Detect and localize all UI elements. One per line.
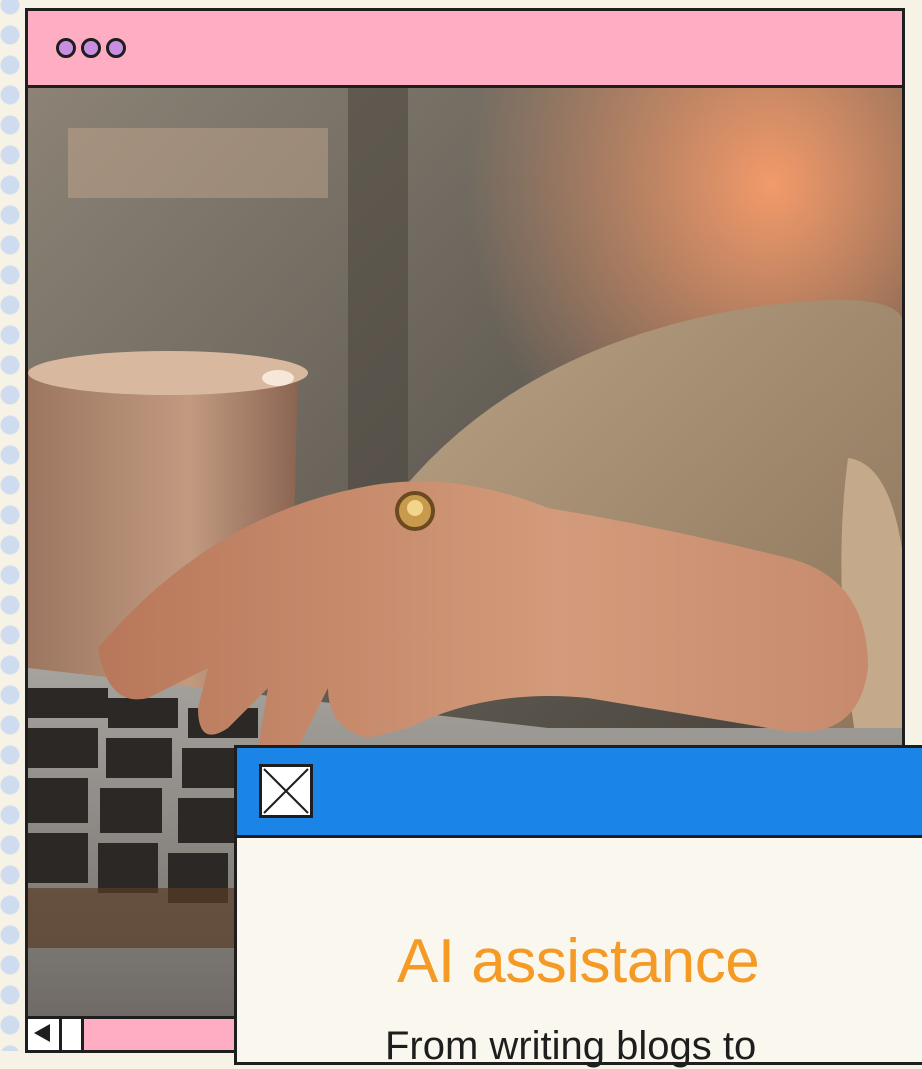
arrow-left-icon (34, 1024, 50, 1042)
window-titlebar (28, 11, 902, 88)
close-button[interactable] (259, 764, 313, 818)
dialog-subtext: From writing blogs to (385, 1024, 757, 1068)
window-control-dot-3[interactable] (106, 38, 126, 58)
window-control-dot-2[interactable] (81, 38, 101, 58)
dialog-heading: AI assistance (397, 927, 760, 996)
window-control-dot-1[interactable] (56, 38, 76, 58)
horizontal-scrollbar[interactable] (28, 1016, 238, 1050)
scroll-thumb[interactable] (62, 1019, 84, 1050)
info-dialog: AI assistance From writing blogs to (234, 745, 922, 1068)
close-icon (263, 768, 309, 814)
scroll-left-button[interactable] (28, 1019, 62, 1050)
dialog-titlebar (237, 748, 922, 838)
